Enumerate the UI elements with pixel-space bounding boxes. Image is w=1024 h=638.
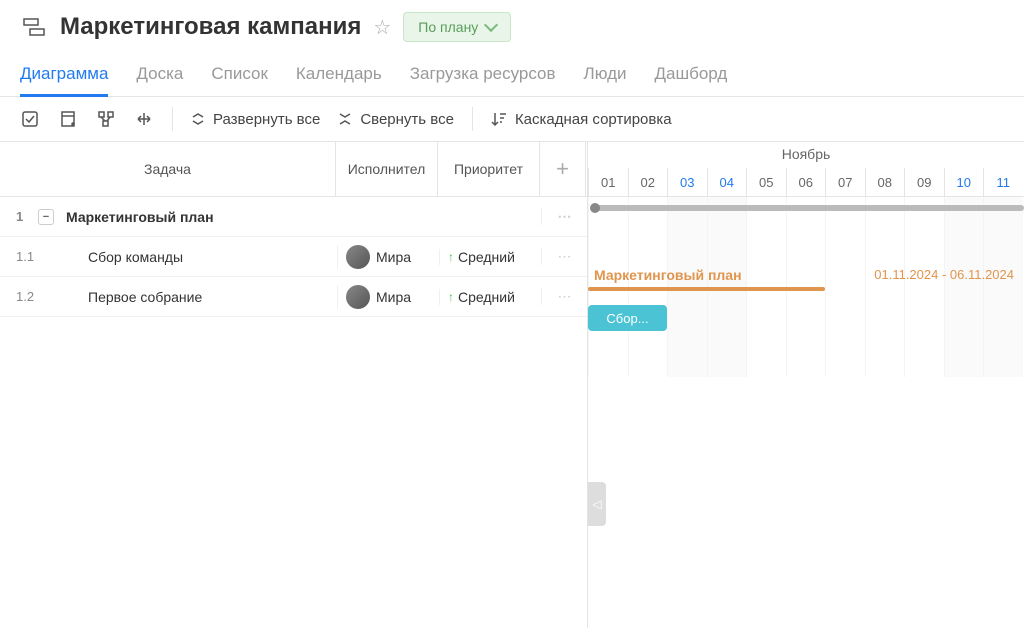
day-header[interactable]: 04 [707,168,747,196]
column-task[interactable]: Задача [0,142,336,196]
status-button[interactable]: По плану [403,12,511,42]
task-bar[interactable]: Сбор... [588,305,667,331]
width-icon[interactable] [134,109,154,129]
checkbox-icon[interactable] [20,109,40,129]
tab-календарь[interactable]: Календарь [296,54,382,96]
tab-доска[interactable]: Доска [136,54,183,96]
day-header[interactable]: 06 [786,168,826,196]
collapse-all-button[interactable]: Свернуть все [338,111,454,128]
column-assignee[interactable]: Исполнител [336,142,438,196]
day-header[interactable]: 07 [825,168,865,196]
timeline-scrubber[interactable] [592,205,1024,211]
column-priority[interactable]: Приоритет [438,142,540,196]
day-header[interactable]: 11 [983,168,1023,196]
star-icon[interactable]: ☆ [373,15,391,40]
day-header[interactable]: 09 [904,168,944,196]
task-row[interactable]: 1.1 Сбор команды Мира ↑Средний ⋯ [0,237,587,277]
priority-cell[interactable]: ↑Средний [439,289,541,305]
tabs: Диаграмма Доска Список Календарь Загрузка ре… [0,54,1024,97]
assignee-cell[interactable]: Мира [337,245,439,269]
tab-диаграмма[interactable]: Диаграмма [20,54,108,96]
task-row[interactable]: 1.2 Первое собрание Мира ↑Средний ⋯ [0,277,587,317]
priority-cell[interactable]: ↑Средний [439,249,541,265]
assignee-cell[interactable]: Мира [337,285,439,309]
group-row[interactable]: 1 − Маркетинговый план ⋯ [0,197,587,237]
month-label: Ноябрь [588,142,1024,168]
tab-загрузка ресурсов[interactable]: Загрузка ресурсов [410,54,556,96]
group-bar[interactable] [588,287,825,291]
row-menu-icon[interactable]: ⋯ [541,288,587,305]
tab-дашборд[interactable]: Дашборд [655,54,728,96]
cascade-sort-button[interactable]: Каскадная сортировка [491,111,672,128]
status-label: По плану [418,19,478,35]
group-bar-date: 01.11.2024 - 06.11.2024 [874,267,1014,282]
avatar [346,285,370,309]
avatar [346,245,370,269]
expand-all-button[interactable]: Развернуть все [191,111,320,128]
hierarchy-icon[interactable] [96,109,116,129]
day-header[interactable]: 01 [588,168,628,196]
row-menu-icon[interactable]: ⋯ [541,248,587,265]
tab-люди[interactable]: Люди [584,54,627,96]
day-header[interactable]: 10 [944,168,984,196]
page-title: Маркетинговая кампания [60,13,361,41]
group-bar-label: Маркетинговый план [594,267,742,283]
collapse-panel-handle[interactable]: ◁ [588,482,606,526]
chevron-down-icon [484,18,498,32]
tab-список[interactable]: Список [211,54,268,96]
project-icon [20,13,48,41]
day-header[interactable]: 02 [628,168,668,196]
column-icon[interactable] [58,109,78,129]
collapse-icon[interactable]: − [38,209,54,225]
day-header[interactable]: 03 [667,168,707,196]
add-column-button[interactable]: + [540,142,586,196]
row-menu-icon[interactable]: ⋯ [541,208,587,225]
day-header[interactable]: 08 [865,168,905,196]
day-header[interactable]: 05 [746,168,786,196]
